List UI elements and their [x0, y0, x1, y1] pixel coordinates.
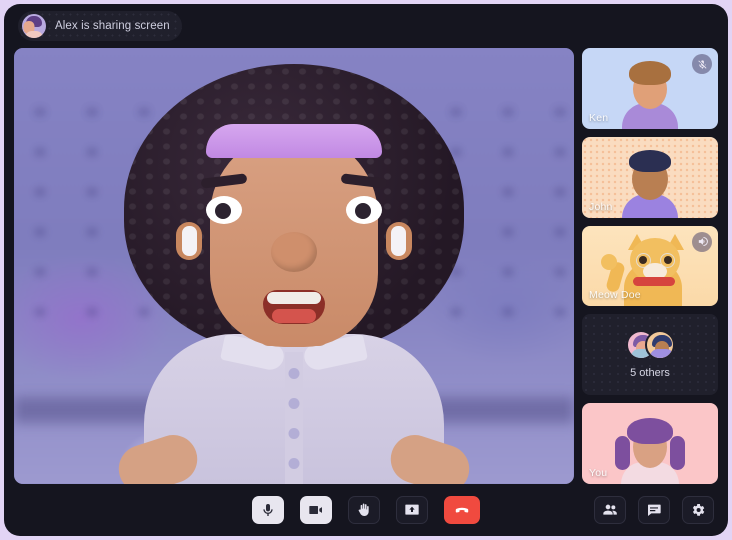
participant-name: Ken — [589, 112, 608, 124]
microphone-icon — [260, 502, 276, 518]
share-screen-button[interactable] — [396, 496, 428, 524]
participant-tile-meow-doe[interactable]: Meow Doe — [582, 226, 718, 307]
participant-name: You — [589, 467, 607, 479]
raise-hand-button[interactable] — [348, 496, 380, 524]
meeting-toolbar — [4, 484, 728, 536]
screen-share-banner: Alex is sharing screen — [18, 11, 182, 41]
camera-button[interactable] — [300, 496, 332, 524]
main-speaker-avatar — [84, 54, 504, 484]
toolbar-secondary-controls — [594, 496, 714, 524]
settings-button[interactable] — [682, 496, 714, 524]
speaker-torso — [144, 334, 444, 484]
participant-tile-john[interactable]: John — [582, 137, 718, 218]
participants-button[interactable] — [594, 496, 626, 524]
others-avatar-group — [626, 330, 675, 360]
participant-tile-others[interactable]: 5 others — [582, 314, 718, 395]
video-camera-icon — [308, 502, 324, 518]
main-video-stage[interactable] — [14, 48, 574, 484]
share-screen-icon — [404, 502, 420, 518]
meeting-body: Ken John — [4, 48, 728, 484]
end-call-icon — [453, 501, 471, 519]
gear-icon — [690, 502, 706, 518]
mic-button[interactable] — [252, 496, 284, 524]
earbud-right-icon — [391, 226, 406, 256]
participant-name: Meow Doe — [589, 289, 641, 301]
others-count-label: 5 others — [630, 367, 670, 379]
toolbar-primary-controls — [252, 496, 480, 524]
speaker-on-icon — [692, 232, 712, 252]
speaker-headband — [206, 124, 382, 158]
raise-hand-icon — [356, 502, 372, 518]
participant-sidebar: Ken John — [582, 48, 718, 484]
earbud-left-icon — [182, 226, 197, 256]
screen-share-status-text: Alex is sharing screen — [55, 20, 170, 32]
chat-button[interactable] — [638, 496, 670, 524]
header: Alex is sharing screen — [4, 4, 728, 48]
participant-tile-you[interactable]: You — [582, 403, 718, 484]
sharer-avatar — [22, 14, 46, 38]
participant-name: John — [589, 201, 613, 213]
participants-icon — [602, 502, 618, 518]
participant-tile-ken[interactable]: Ken — [582, 48, 718, 129]
meeting-window: Alex is sharing screen — [4, 4, 728, 536]
end-call-button[interactable] — [444, 496, 480, 524]
mic-muted-icon — [692, 54, 712, 74]
chat-icon — [646, 502, 662, 518]
